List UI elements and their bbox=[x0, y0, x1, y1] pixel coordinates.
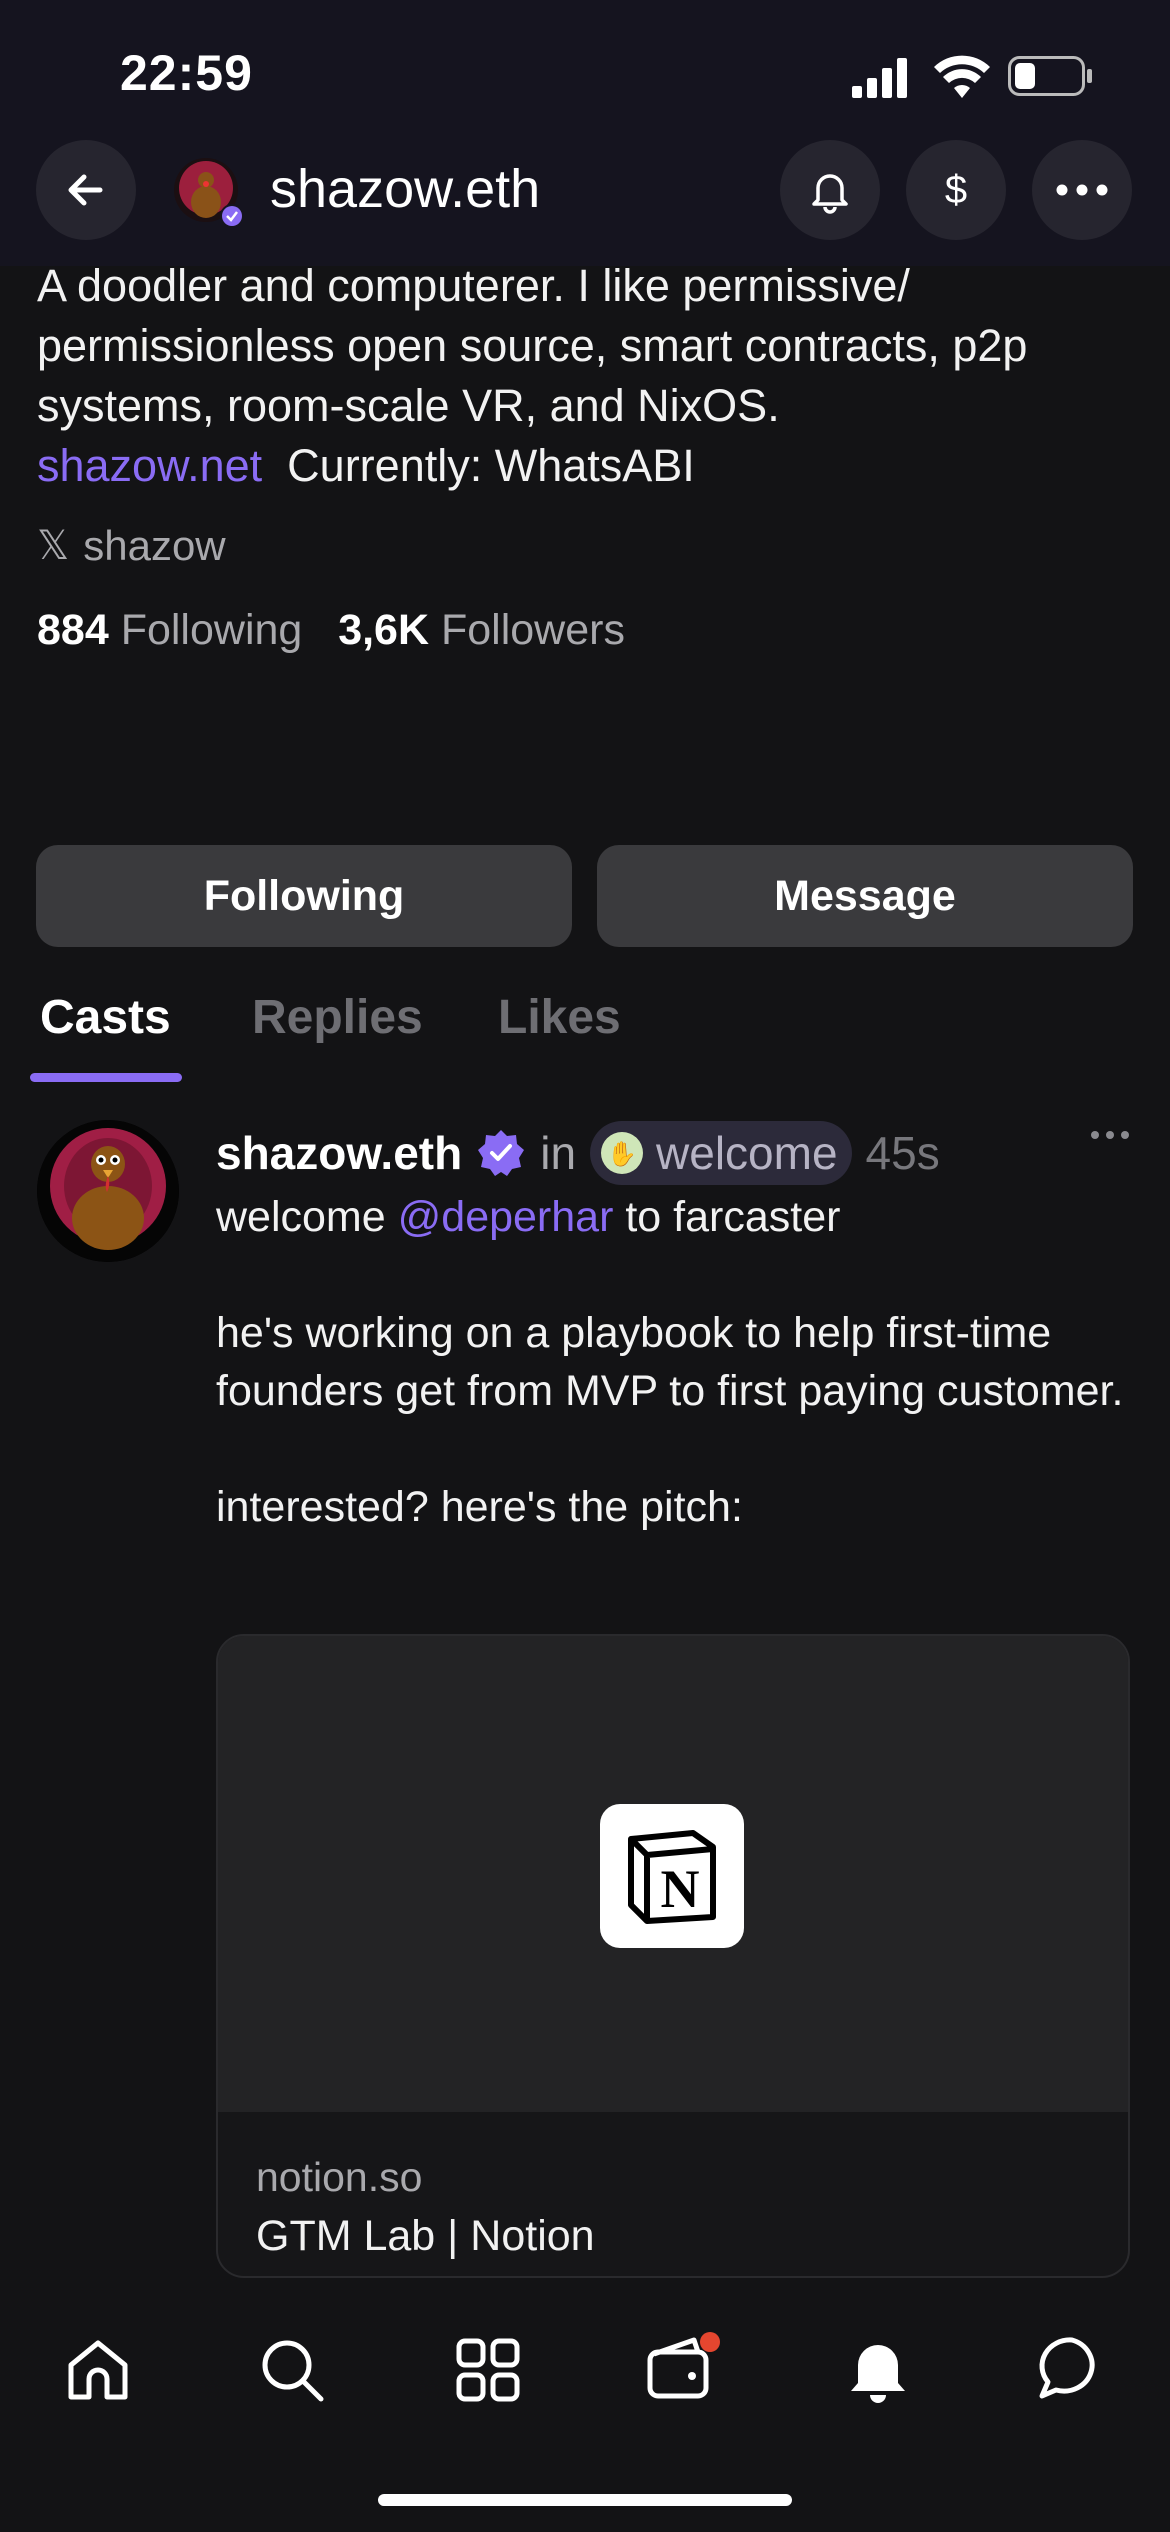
svg-text:N: N bbox=[661, 1859, 700, 1919]
following-label: Following bbox=[120, 606, 303, 654]
post-paragraph-2: he's working on a playbook to help first… bbox=[216, 1309, 1124, 1415]
post-text-suffix: to farcaster bbox=[613, 1193, 841, 1241]
tab-casts[interactable]: Casts bbox=[40, 990, 171, 1045]
arrow-left-icon bbox=[68, 174, 103, 206]
grid-icon bbox=[456, 2338, 520, 2402]
tab-likes[interactable]: Likes bbox=[498, 990, 621, 1045]
search-icon bbox=[262, 2340, 324, 2402]
notification-dot bbox=[700, 2332, 720, 2352]
wave-icon: ✋ bbox=[601, 1132, 644, 1174]
wallet-icon bbox=[647, 2332, 720, 2399]
bio-link[interactable]: shazow.net bbox=[37, 440, 262, 491]
verified-badge-icon bbox=[478, 1130, 525, 1176]
message-button[interactable]: Message bbox=[597, 845, 1133, 947]
following-button[interactable]: Following bbox=[36, 845, 572, 947]
tip-button[interactable]: $ bbox=[906, 140, 1006, 240]
link-domain: notion.so bbox=[256, 2154, 423, 2200]
link-title: GTM Lab | Notion bbox=[256, 2212, 595, 2260]
more-button[interactable] bbox=[1032, 140, 1132, 240]
svg-text:✋: ✋ bbox=[607, 1140, 637, 1168]
wifi-icon bbox=[934, 54, 990, 98]
more-dots-icon bbox=[1091, 1131, 1129, 1139]
home-indicator[interactable] bbox=[378, 2494, 792, 2506]
bio-current: Currently: WhatsABI bbox=[287, 440, 695, 491]
following-count: 884 bbox=[37, 606, 109, 654]
followers-count: 3,6K bbox=[338, 606, 430, 654]
bio-text: A doodler and computerer. I like permiss… bbox=[37, 260, 1028, 431]
post-text: welcome @deperhar to farcaster he's work… bbox=[216, 1188, 1146, 1536]
post-mention[interactable]: @deperhar bbox=[398, 1193, 614, 1241]
back-button[interactable] bbox=[36, 140, 136, 240]
profile-bio: A doodler and computerer. I like permiss… bbox=[37, 256, 1137, 496]
post-header: shazow.eth in ✋ welcome 45s bbox=[216, 1121, 940, 1185]
dollar-icon: $ bbox=[945, 168, 967, 212]
followers-stat[interactable]: 3,6K Followers bbox=[338, 606, 625, 654]
nav-notifications[interactable] bbox=[838, 2330, 918, 2410]
chat-icon bbox=[1039, 2337, 1095, 2399]
following-stat[interactable]: 884 Following bbox=[37, 606, 302, 654]
post-line-1: welcome @deperhar to farcaster bbox=[216, 1188, 1146, 1246]
post-text-prefix: welcome bbox=[216, 1193, 398, 1241]
followers-label: Followers bbox=[440, 606, 625, 654]
follow-stats: 884 Following 3,6K Followers bbox=[37, 606, 625, 655]
x-logo-icon: 𝕏 bbox=[37, 524, 70, 568]
link-preview-image: N bbox=[218, 1636, 1128, 2112]
x-account[interactable]: 𝕏 shazow bbox=[37, 522, 226, 570]
link-preview-card[interactable]: N notion.so GTM Lab | Notion bbox=[216, 1634, 1130, 2278]
signal-icon bbox=[852, 58, 912, 98]
header-title: shazow.eth bbox=[270, 159, 541, 219]
nav-apps[interactable] bbox=[448, 2330, 528, 2410]
more-dots-icon bbox=[1056, 184, 1108, 196]
nav-search[interactable] bbox=[252, 2330, 332, 2410]
channel-chip[interactable]: ✋ welcome bbox=[590, 1121, 852, 1185]
active-tab-indicator bbox=[30, 1073, 182, 1082]
notify-button[interactable] bbox=[780, 140, 880, 240]
header-avatar[interactable] bbox=[174, 158, 244, 228]
post-more-button[interactable] bbox=[1090, 1128, 1130, 1158]
post-time: 45s bbox=[865, 1127, 940, 1179]
post-in-label: in bbox=[540, 1127, 577, 1179]
notion-logo-icon: N bbox=[600, 1804, 744, 1948]
channel-name: welcome bbox=[656, 1127, 838, 1179]
notifications-icon bbox=[851, 2345, 905, 2403]
home-icon bbox=[68, 2340, 128, 2400]
post-author-avatar[interactable] bbox=[37, 1120, 179, 1262]
status-time: 22:59 bbox=[120, 45, 253, 101]
tab-replies[interactable]: Replies bbox=[252, 990, 423, 1045]
battery-icon bbox=[1008, 56, 1094, 96]
nav-chat[interactable] bbox=[1032, 2330, 1112, 2410]
post-author-name[interactable]: shazow.eth bbox=[216, 1126, 462, 1180]
post-paragraph-3: interested? here's the pitch: bbox=[216, 1483, 743, 1531]
nav-home[interactable] bbox=[58, 2330, 138, 2410]
svg-text:$: $ bbox=[945, 168, 967, 212]
bell-icon bbox=[812, 174, 848, 214]
x-handle: shazow bbox=[83, 522, 226, 569]
nav-wallet[interactable] bbox=[642, 2330, 722, 2410]
